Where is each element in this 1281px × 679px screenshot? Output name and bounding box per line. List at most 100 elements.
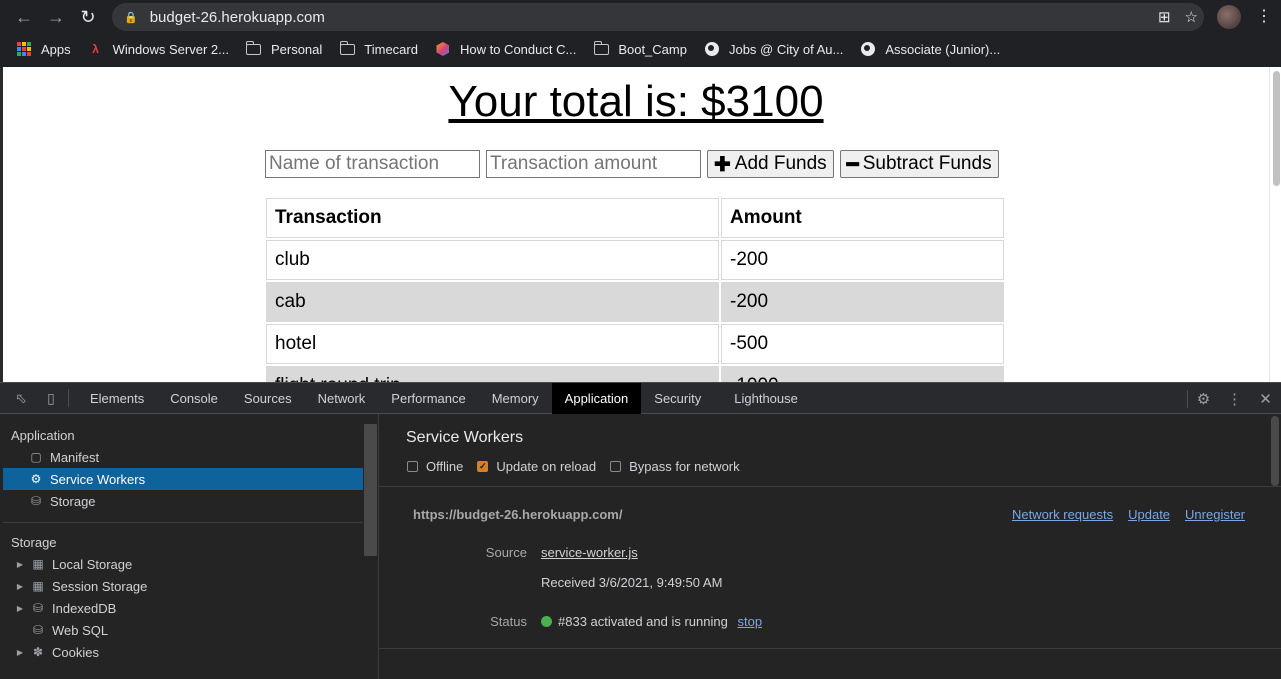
bookmark-timecard[interactable]: Timecard	[339, 40, 418, 57]
checkbox-label: Update on reload	[496, 459, 597, 474]
sidebar-item-service-workers[interactable]: ⚙ Service Workers	[3, 468, 363, 490]
sidebar-item-label: Web SQL	[52, 622, 109, 638]
tab-security[interactable]: Security	[641, 383, 714, 414]
source-file-link[interactable]: service-worker.js	[541, 545, 638, 560]
back-arrow-icon[interactable]: ←	[8, 1, 40, 33]
bookmark-jobs[interactable]: Jobs @ City of Au...	[704, 42, 843, 57]
add-funds-button[interactable]: ✚ Add Funds	[707, 150, 834, 178]
devtools-panel: ⬁ ▯ Elements Console Sources Network Per…	[0, 382, 1281, 679]
expand-arrow-icon[interactable]: ▶	[15, 648, 25, 657]
tab-sources[interactable]: Sources	[231, 383, 305, 414]
pane-title: Service Workers	[406, 429, 524, 446]
sidebar-item-local-storage[interactable]: ▶ ▦ Local Storage	[3, 553, 363, 575]
device-toolbar-icon[interactable]: ▯	[36, 390, 66, 407]
sidebar-item-storage[interactable]: ⛁ Storage	[3, 490, 363, 512]
transaction-name-input[interactable]	[265, 150, 480, 178]
sidebar-item-web-sql[interactable]: ⛁ Web SQL	[3, 619, 363, 641]
expand-arrow-icon[interactable]: ▶	[15, 582, 25, 591]
bookmark-personal[interactable]: Personal	[246, 40, 323, 57]
transaction-name-cell: club	[266, 240, 719, 280]
sidebar-item-label: Manifest	[50, 449, 100, 465]
folder-icon	[246, 40, 262, 56]
bookmark-apps[interactable]: Apps	[16, 42, 71, 57]
profile-avatar[interactable]	[1217, 5, 1241, 29]
update-link[interactable]: Update	[1128, 507, 1170, 522]
service-worker-options: Offline ✓ Update on reload Bypass for ne…	[407, 459, 754, 474]
brand-red-icon: λ	[92, 42, 99, 56]
tab-network[interactable]: Network	[305, 383, 379, 414]
forward-arrow-icon[interactable]: →	[40, 1, 72, 33]
bookmark-label: Personal	[270, 41, 323, 57]
tab-elements[interactable]: Elements	[77, 383, 157, 414]
sidebar-item-label: Storage	[50, 493, 96, 509]
checkbox-unchecked[interactable]	[610, 461, 622, 472]
database-icon: ⛁	[30, 494, 42, 508]
checkbox-label: Offline	[426, 459, 464, 474]
bookmark-label: How to Conduct C...	[459, 41, 577, 57]
subtract-funds-label: Subtract Funds	[862, 153, 992, 174]
transaction-amount-cell: -500	[721, 324, 1004, 364]
file-icon: ▢	[30, 450, 42, 464]
tab-application[interactable]: Application	[551, 382, 642, 414]
network-requests-link[interactable]: Network requests	[1012, 507, 1113, 522]
table-row: cab -200	[266, 282, 1004, 322]
scrollbar-thumb[interactable]	[1273, 71, 1280, 186]
checkbox-label: Bypass for network	[629, 459, 740, 474]
tab-performance[interactable]: Performance	[378, 383, 478, 414]
tab-memory[interactable]: Memory	[479, 383, 552, 414]
sidebar-item-manifest[interactable]: ▢ Manifest	[3, 446, 363, 468]
sidebar-item-label: Cookies	[52, 644, 99, 660]
sidebar-header-application: Application	[11, 427, 75, 443]
update-on-reload-checkbox[interactable]: ✓ Update on reload	[477, 459, 596, 474]
offline-checkbox[interactable]: Offline	[407, 459, 463, 474]
bypass-for-network-checkbox[interactable]: Bypass for network	[610, 459, 740, 474]
scrollbar-thumb[interactable]	[1271, 416, 1279, 486]
reload-icon[interactable]: ↻	[72, 1, 104, 33]
table-row: club -200	[266, 240, 1004, 280]
more-options-icon[interactable]: ⋮	[1219, 390, 1250, 408]
expand-arrow-icon[interactable]: ▶	[15, 604, 25, 613]
bookmark-boot-camp[interactable]: Boot_Camp	[593, 40, 687, 57]
url-text[interactable]: budget-26.herokuapp.com	[150, 9, 325, 26]
status-text: #833 activated and is running	[558, 614, 728, 629]
sidebar-item-session-storage[interactable]: ▶ ▦ Session Storage	[3, 575, 363, 597]
gear-icon[interactable]: ⚙	[1188, 390, 1219, 408]
checkmark-icon[interactable]: ✓	[477, 461, 489, 472]
total-heading: Your total is: $3100	[448, 77, 824, 126]
globe-icon	[704, 42, 720, 56]
sidebar-item-indexeddb[interactable]: ▶ ⛁ IndexedDB	[3, 597, 363, 619]
tab-console[interactable]: Console	[157, 383, 231, 414]
bookmark-windows-server[interactable]: λ Windows Server 2...	[88, 42, 229, 57]
bookmark-associate[interactable]: Associate (Junior)...	[860, 42, 1000, 57]
stop-link[interactable]: stop	[737, 614, 762, 629]
bookmark-label: Associate (Junior)...	[885, 41, 1001, 57]
toolbar-divider	[68, 389, 69, 407]
close-icon[interactable]: ✕	[1250, 390, 1281, 408]
browser-menu-icon[interactable]: ⋮	[1256, 6, 1272, 26]
bookmark-star-icon[interactable]: ☆	[1185, 8, 1198, 26]
address-bar[interactable]: 🔒 budget-26.herokuapp.com ⊞ ☆	[112, 3, 1204, 31]
subtract-funds-button[interactable]: ━ Subtract Funds	[839, 150, 999, 178]
column-header-transaction: Transaction	[266, 198, 719, 238]
unregister-link[interactable]: Unregister	[1185, 507, 1245, 522]
transaction-amount-input[interactable]	[486, 150, 701, 178]
checkbox-unchecked[interactable]	[407, 461, 418, 472]
transaction-name-cell: cab	[266, 282, 719, 322]
pane-scrollbar[interactable]	[1268, 414, 1281, 648]
table-row: hotel -500	[266, 324, 1004, 364]
transaction-amount-cell: -200	[721, 240, 1004, 280]
inspect-element-icon[interactable]: ⬁	[6, 390, 36, 407]
table-row: flight round trip -1000	[266, 366, 1004, 382]
tab-lighthouse[interactable]: Lighthouse	[714, 383, 811, 414]
minus-icon: ━	[846, 153, 859, 176]
service-workers-pane: Service Workers Offline ✓ Update on relo…	[378, 414, 1281, 679]
bookmark-how-to-conduct[interactable]: How to Conduct C...	[435, 42, 576, 57]
bookmark-label: Apps	[41, 41, 71, 57]
scrollbar-thumb[interactable]	[364, 424, 377, 556]
sidebar-item-cookies[interactable]: ▶ ✽ Cookies	[3, 641, 363, 663]
page-scrollbar[interactable]	[1269, 67, 1281, 382]
expand-arrow-icon[interactable]: ▶	[15, 560, 25, 569]
install-app-icon[interactable]: ⊞	[1158, 8, 1171, 26]
sidebar-scrollbar[interactable]	[363, 414, 378, 679]
column-header-amount: Amount	[721, 198, 1004, 238]
